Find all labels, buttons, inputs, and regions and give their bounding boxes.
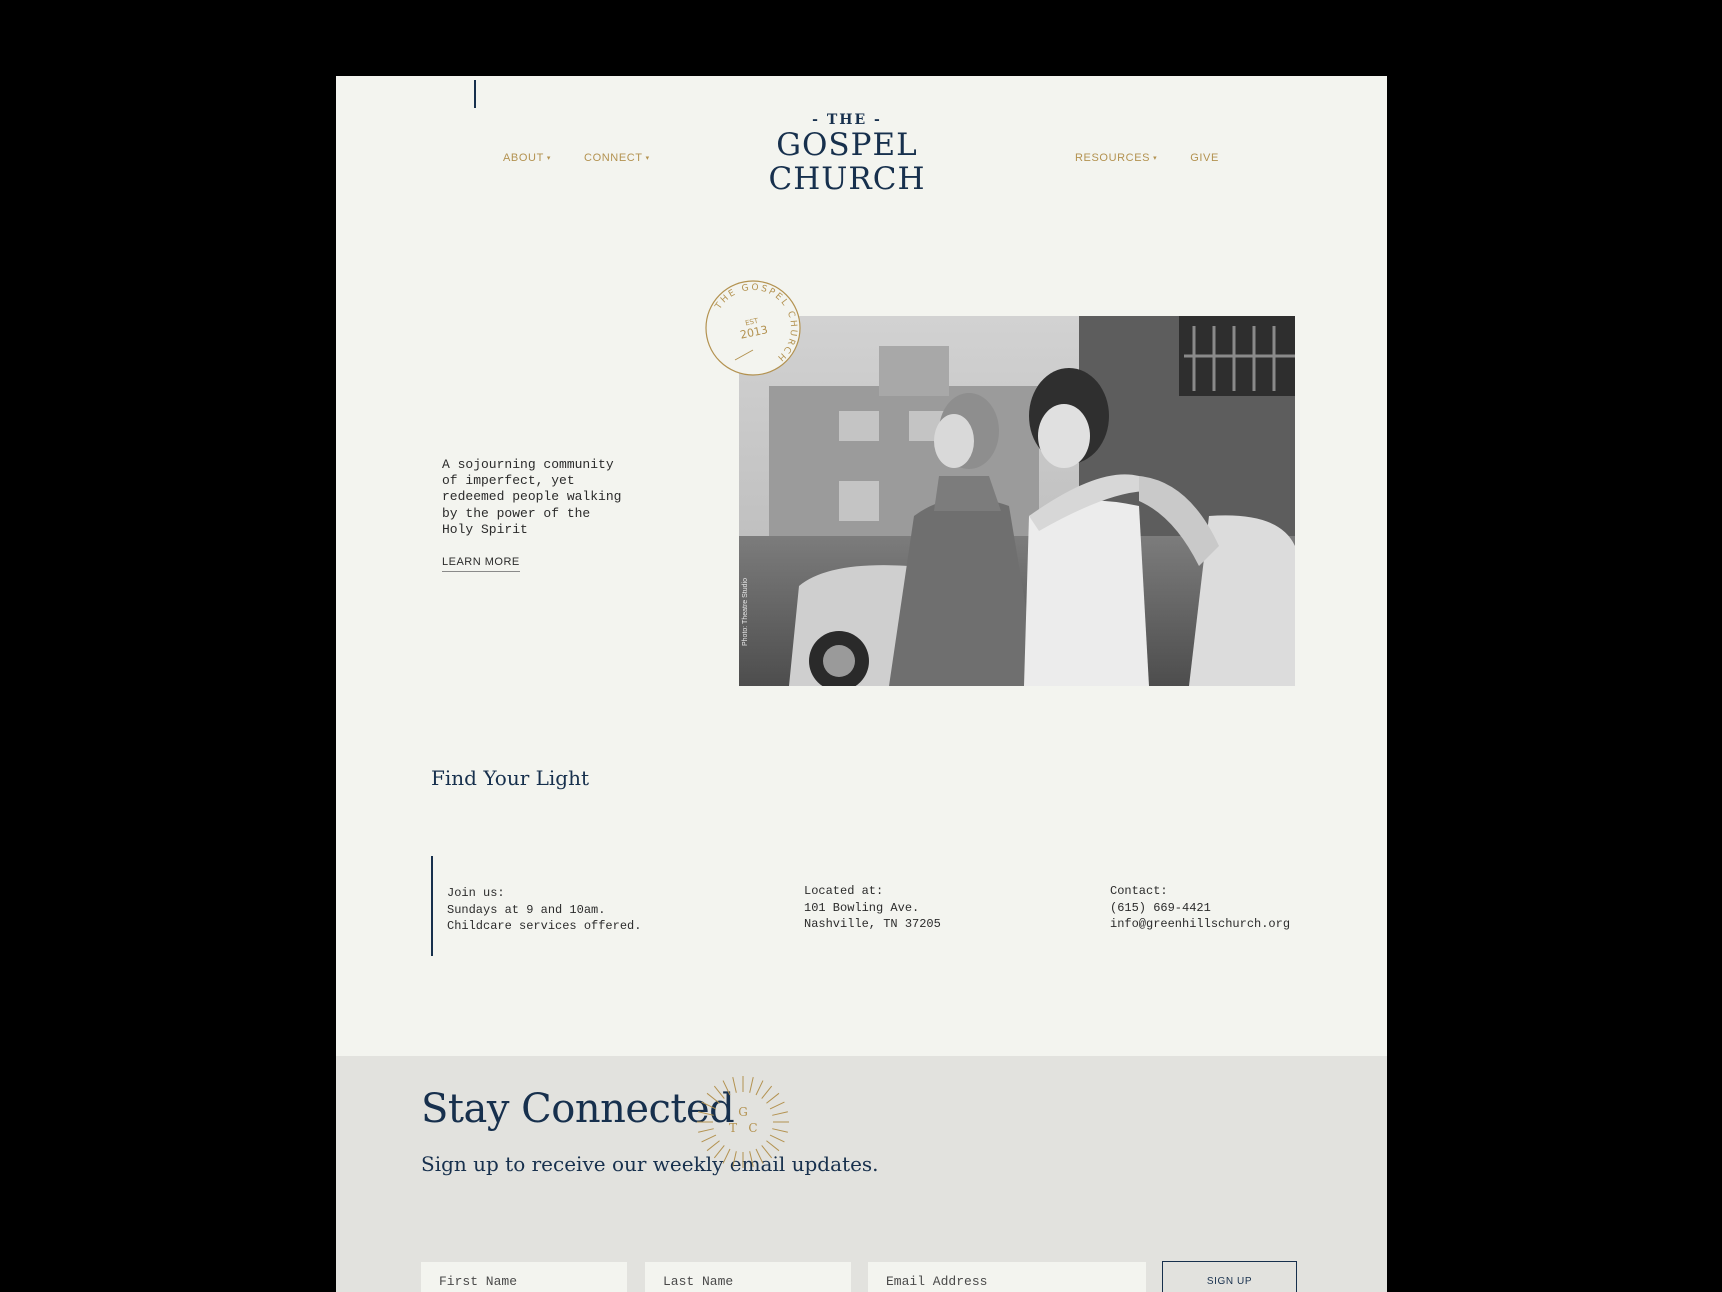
contact-info: Contact: (615) 669-4421 info@greenhillsc… bbox=[1110, 883, 1290, 933]
sunburst-ray bbox=[732, 1151, 737, 1167]
tagline-line: Holy Spirit bbox=[442, 521, 528, 537]
sunburst-ray bbox=[749, 1151, 754, 1167]
section-heading: Find Your Light bbox=[431, 766, 590, 790]
sunburst-ray bbox=[713, 1145, 725, 1159]
sunburst-ray bbox=[698, 1128, 714, 1133]
logo-line-1: GOSPEL bbox=[776, 127, 918, 163]
hero-photo: Photo: Theatre Studio bbox=[739, 316, 1295, 686]
tagline-line: A sojourning community bbox=[442, 457, 614, 472]
newsletter-subtitle: Sign up to receive our weekly email upda… bbox=[421, 1152, 879, 1176]
phone-link[interactable]: (615) 669-4421 bbox=[1110, 900, 1290, 917]
nav-item-connect[interactable]: CONNECT ▾ bbox=[584, 152, 650, 164]
burst-letter-g: G bbox=[738, 1105, 748, 1119]
info-line: 101 Bowling Ave. bbox=[804, 900, 920, 915]
burst-letter-c: C bbox=[748, 1121, 757, 1135]
last-name-input[interactable]: Last Name bbox=[645, 1262, 851, 1292]
info-line: Nashville, TN 37205 bbox=[804, 917, 941, 931]
sunburst-ray bbox=[701, 1101, 717, 1110]
sunburst-ray bbox=[761, 1145, 773, 1159]
sunburst-ray bbox=[698, 1111, 714, 1116]
caret-down-icon: ▾ bbox=[546, 155, 552, 162]
site-logo[interactable]: - THE - GOSPEL CHURCH bbox=[767, 112, 927, 196]
photo-illustration bbox=[739, 316, 1295, 686]
burst-letter-t: T bbox=[729, 1121, 737, 1135]
sunburst-ray bbox=[706, 1092, 720, 1104]
sign-up-button[interactable]: SIGN UP bbox=[1162, 1261, 1297, 1292]
page: ABOUT ▾ CONNECT ▾ - THE - GOSPEL CHURCH … bbox=[336, 76, 1387, 1292]
caret-down-icon: ▾ bbox=[1153, 155, 1158, 162]
sunburst-ray bbox=[722, 1080, 731, 1096]
sunburst-ray bbox=[766, 1140, 780, 1152]
tagline-line: redeemed people walking bbox=[442, 489, 622, 505]
sunburst-ray bbox=[772, 1128, 788, 1133]
sunburst-logo-icon: G T C bbox=[697, 1076, 789, 1168]
tagline-line: of imperfect, yet bbox=[442, 473, 575, 489]
photo-credit: Photo: Theatre Studio bbox=[742, 578, 749, 646]
nav-label: RESOURCES bbox=[1075, 152, 1151, 164]
nav-left: ABOUT ▾ CONNECT ▾ bbox=[503, 152, 650, 164]
newsletter-title: Stay Connected bbox=[421, 1086, 735, 1132]
service-times: Join us: Sundays at 9 and 10am. Childcar… bbox=[447, 885, 641, 935]
sunburst-ray bbox=[755, 1080, 764, 1096]
sunburst-ray bbox=[749, 1077, 754, 1093]
nav-right: RESOURCES ▾ GIVE bbox=[1075, 152, 1219, 164]
sunburst-ray bbox=[772, 1111, 788, 1116]
logo-the: - THE - bbox=[812, 112, 882, 128]
learn-more-link[interactable]: LEARN MORE bbox=[442, 556, 520, 572]
sunburst-ray bbox=[766, 1092, 780, 1104]
nav-label: ABOUT bbox=[503, 152, 544, 164]
sunburst-ray bbox=[769, 1134, 785, 1143]
nav-item-give[interactable]: GIVE bbox=[1190, 152, 1219, 164]
info-line: Located at: bbox=[804, 884, 884, 898]
nav-item-resources[interactable]: RESOURCES ▾ bbox=[1075, 152, 1157, 164]
info-divider bbox=[431, 856, 433, 956]
cursor-mark bbox=[474, 80, 476, 108]
sunburst-ray bbox=[706, 1140, 720, 1152]
info-line: Contact: bbox=[1110, 884, 1168, 898]
sunburst-ray bbox=[701, 1134, 717, 1143]
tagline-line: by the power of the bbox=[442, 505, 591, 521]
hero-tagline: A sojourning community of imperfect, yet… bbox=[442, 457, 642, 538]
info-line: Sundays at 9 and 10am. bbox=[447, 902, 606, 917]
sunburst-ray bbox=[722, 1148, 731, 1164]
sunburst-ray bbox=[713, 1085, 725, 1099]
email-input[interactable]: Email Address bbox=[868, 1262, 1146, 1292]
first-name-input[interactable]: First Name bbox=[421, 1262, 627, 1292]
info-line: Childcare services offered. bbox=[447, 919, 642, 933]
email-link[interactable]: info@greenhillschurch.org bbox=[1110, 916, 1290, 933]
info-line: Join us: bbox=[447, 886, 505, 900]
nav-label: CONNECT bbox=[584, 152, 643, 164]
church-seal-icon: THE GOSPEL CHURCH EST 2013 bbox=[705, 280, 801, 376]
logo-line-2: CHURCH bbox=[768, 161, 926, 197]
sunburst-ray bbox=[732, 1077, 737, 1093]
sunburst-ray bbox=[755, 1148, 764, 1164]
nav-label: GIVE bbox=[1190, 152, 1219, 164]
caret-down-icon: ▾ bbox=[645, 155, 650, 162]
location-info: Located at: 101 Bowling Ave. Nashville, … bbox=[804, 883, 941, 933]
sunburst-ray bbox=[761, 1085, 773, 1099]
nav-item-about[interactable]: ABOUT ▾ bbox=[503, 152, 551, 164]
sunburst-ray bbox=[769, 1101, 785, 1110]
